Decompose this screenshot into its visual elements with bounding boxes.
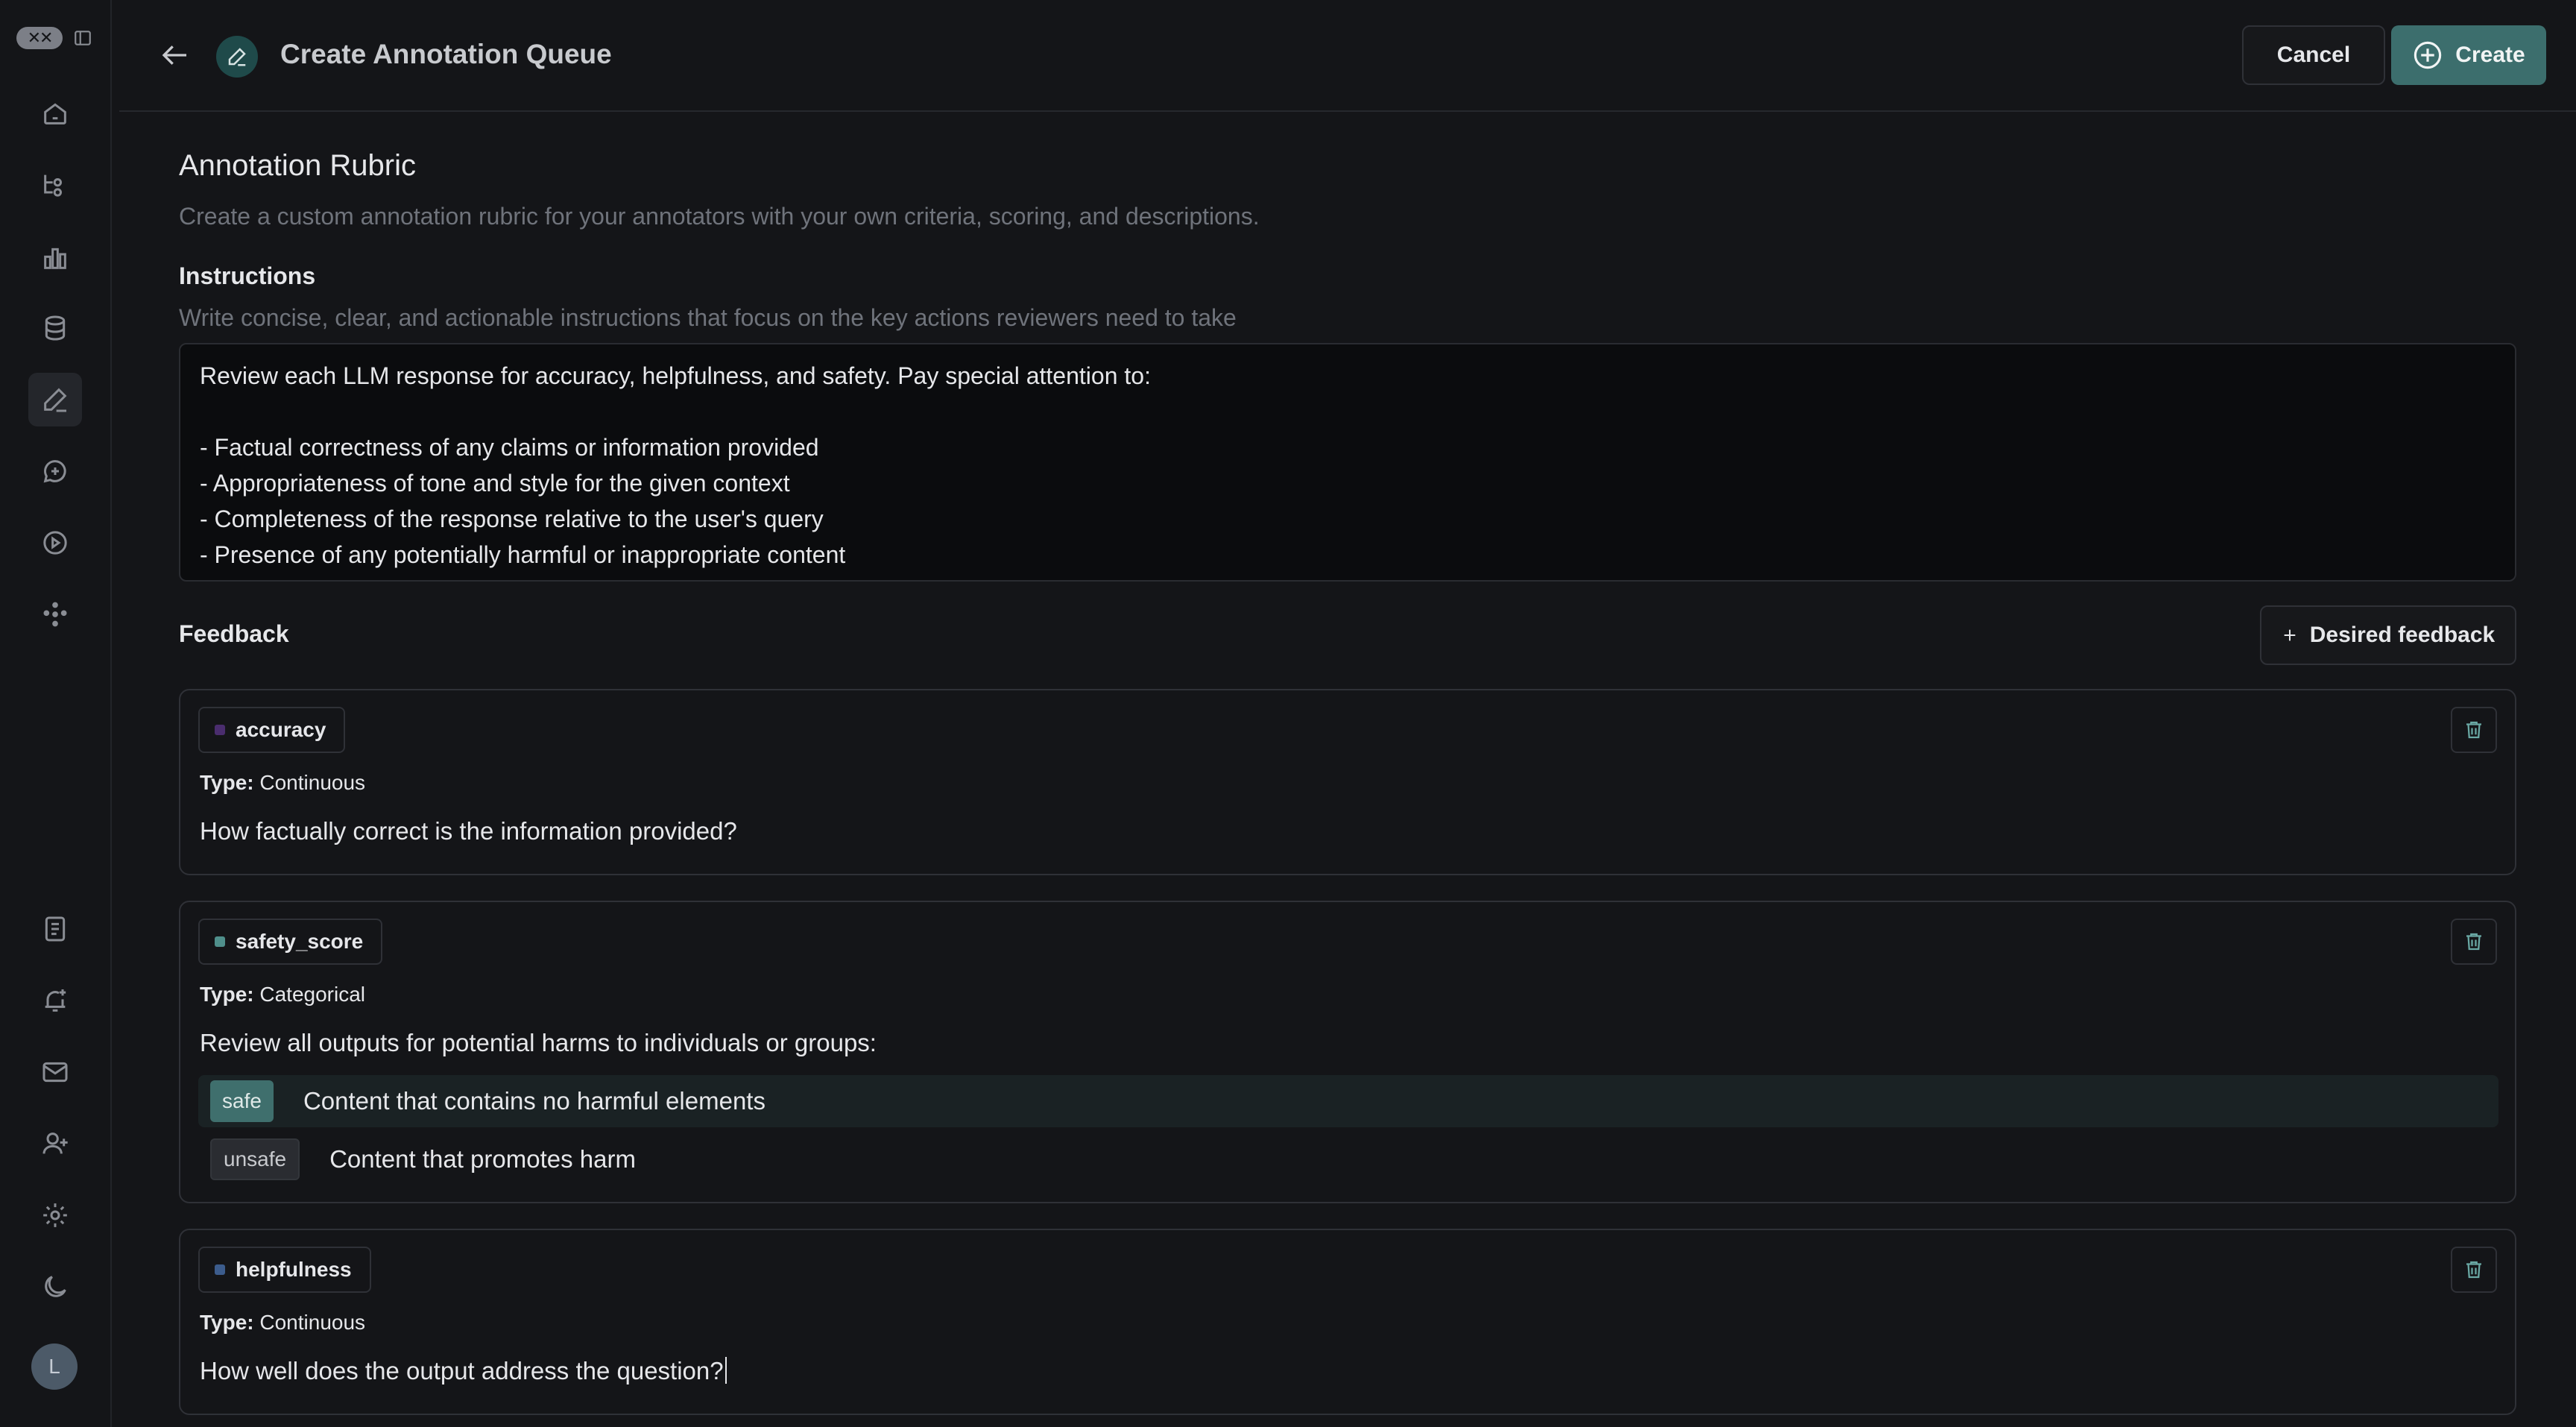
moon-icon (45, 1276, 66, 1297)
delete-feedback-button[interactable] (2451, 1247, 2497, 1293)
type-value: Categorical (259, 983, 366, 1006)
feedback-key-chip[interactable]: helpfulness (198, 1247, 371, 1293)
sidebar-item-annotation[interactable] (28, 373, 82, 426)
logo-row: ✕✕ (16, 27, 92, 49)
category-description[interactable]: Content that promotes harm (329, 1145, 636, 1174)
feedback-type: Type: Categorical (200, 983, 365, 1007)
sidebar-item-settings[interactable] (28, 1188, 82, 1242)
sidebar-item-workflows[interactable] (28, 158, 82, 212)
sidebar-item-mail[interactable] (28, 1045, 82, 1099)
type-prefix: Type: (200, 1311, 254, 1334)
category-tag[interactable]: safe (210, 1080, 274, 1122)
feedback-description[interactable]: Review all outputs for potential harms t… (200, 1029, 877, 1057)
chart-icon (44, 248, 66, 269)
desired-feedback-label: Desired feedback (2309, 623, 2496, 647)
chat-icon (43, 460, 66, 483)
add-user-icon (42, 1133, 68, 1154)
sidebar-item-notifications[interactable] (28, 974, 82, 1027)
sidebar-item-invite[interactable] (28, 1117, 82, 1171)
sidebar-item-docs[interactable] (28, 902, 82, 956)
feedback-color-dot (215, 725, 225, 735)
avatar[interactable]: L (31, 1343, 78, 1390)
category-row-safe[interactable]: safe Content that contains no harmful el… (198, 1075, 2498, 1127)
category-row-unsafe[interactable]: unsafe Content that promotes harm (198, 1133, 2498, 1185)
type-prefix: Type: (200, 771, 254, 794)
feedback-color-dot (215, 936, 225, 947)
cancel-button[interactable]: Cancel (2242, 25, 2385, 85)
sidebar-item-chat[interactable] (28, 444, 82, 498)
feedback-type: Type: Continuous (200, 771, 365, 795)
trash-icon (2466, 933, 2481, 951)
avatar-letter: L (48, 1355, 60, 1378)
feedback-key-chip[interactable]: accuracy (198, 707, 346, 753)
text-caret (724, 1357, 727, 1384)
rubric-description: Create a custom annotation rubric for yo… (179, 203, 1260, 230)
feedback-description[interactable]: How factually correct is the information… (200, 817, 737, 845)
instructions-description: Write concise, clear, and actionable ins… (179, 304, 1237, 331)
annotation-queue-icon (216, 36, 258, 78)
feedback-description: How well does the output address the que… (200, 1357, 724, 1385)
instructions-title: Instructions (179, 262, 316, 289)
create-button-label: Create (2455, 42, 2525, 67)
sidebar-toggle-icon[interactable] (73, 28, 92, 48)
document-icon (45, 916, 66, 942)
sidebar-item-playground[interactable] (28, 516, 82, 570)
gear-icon (43, 1203, 67, 1227)
feedback-color-dot (215, 1264, 225, 1275)
feedback-key-name: accuracy (236, 718, 326, 741)
arrow-left-icon (162, 45, 186, 65)
sidebar-item-theme[interactable] (28, 1260, 82, 1314)
plus-circle-icon (2414, 41, 2442, 69)
category-tag[interactable]: unsafe (210, 1138, 300, 1180)
page-title: Create Annotation Queue (280, 39, 612, 69)
play-icon (43, 531, 67, 555)
type-value: Continuous (259, 1311, 366, 1334)
instructions-textarea[interactable]: Review each LLM response for accuracy, h… (179, 343, 2516, 582)
logo[interactable]: ✕✕ (16, 27, 63, 49)
feedback-card-accuracy: accuracy Type: Continuous How factually … (179, 689, 2516, 875)
feedback-key-chip[interactable]: safety_score (198, 919, 383, 965)
feedback-key-name: helpfulness (236, 1258, 352, 1281)
annotation-icon (44, 388, 67, 412)
trash-icon (2466, 721, 2481, 739)
trash-icon (2466, 1261, 2481, 1279)
workflow-icon (44, 174, 63, 197)
bell-icon (45, 989, 66, 1012)
sidebar: ✕✕ L (0, 0, 112, 1427)
feedback-description-field[interactable]: How well does the output address the que… (200, 1357, 727, 1385)
sidebar-item-network[interactable] (28, 588, 82, 641)
home-icon (44, 103, 66, 125)
delete-feedback-button[interactable] (2451, 707, 2497, 753)
feedback-title: Feedback (179, 620, 289, 647)
create-button[interactable]: Create (2391, 25, 2546, 85)
header: Create Annotation Queue Cancel Create (119, 0, 2576, 112)
add-desired-feedback-button[interactable]: Desired feedback (2260, 605, 2516, 665)
database-icon (45, 315, 66, 341)
back-button[interactable] (157, 39, 194, 72)
feedback-card-helpfulness: helpfulness Type: Continuous How well do… (179, 1229, 2516, 1415)
mail-icon (42, 1062, 68, 1083)
category-description[interactable]: Content that contains no harmful element… (303, 1087, 765, 1115)
logo-text: ✕✕ (27, 28, 54, 47)
type-prefix: Type: (200, 983, 254, 1006)
sidebar-item-analytics[interactable] (28, 231, 82, 285)
feedback-key-name: safety_score (236, 930, 364, 953)
type-value: Continuous (259, 771, 366, 794)
feedback-card-safety-score: safety_score Type: Categorical Review al… (179, 901, 2516, 1203)
sidebar-item-datasets[interactable] (28, 301, 82, 355)
feedback-type: Type: Continuous (200, 1311, 365, 1335)
plus-icon (2284, 629, 2296, 641)
sidebar-item-home[interactable] (28, 86, 82, 140)
rubric-title: Annotation Rubric (179, 149, 416, 182)
network-icon (43, 602, 67, 627)
delete-feedback-button[interactable] (2451, 919, 2497, 965)
